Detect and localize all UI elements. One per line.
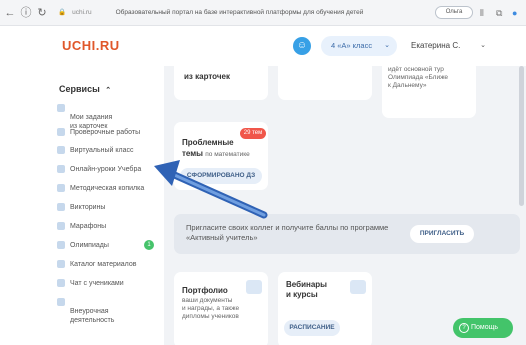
card-olympiad[interactable]: идёт основной тур Олимпиада «Ближе к Дал…: [382, 60, 476, 118]
quiz-icon: [57, 203, 65, 211]
olympiad-badge: 1: [144, 240, 154, 250]
scrollbar[interactable]: [519, 66, 524, 206]
main-content: из карточек идёт основной тур Олимпиада …: [164, 60, 526, 345]
catalog-icon: [57, 260, 65, 268]
card-webinars[interactable]: Вебинары и курсы РАСПИСАНИЕ: [278, 272, 372, 345]
user-menu[interactable]: Екатерина С. ⌄: [403, 36, 493, 56]
topics-badge: 29 тем: [240, 128, 266, 139]
sidebar-item-methods[interactable]: Методическая копилка: [56, 184, 164, 193]
card-title: Проблемные: [182, 138, 234, 147]
user-name: Екатерина С.: [411, 41, 461, 50]
sidebar-item-virtual-class[interactable]: Виртуальный класс: [56, 146, 164, 155]
card-title: из карточек: [184, 72, 230, 81]
card-my-tasks[interactable]: из карточек: [174, 60, 268, 100]
sidebar-title[interactable]: Сервисы ⌃: [59, 84, 111, 94]
lock-icon: 🔒: [58, 9, 67, 16]
account-pill[interactable]: Ольга: [435, 6, 473, 19]
lesson-icon: [57, 165, 65, 173]
sidebar-item-my-tasks[interactable]: Мои задания из карточек: [56, 104, 164, 131]
generated-hw-button[interactable]: СФОРМИРОВАНО ДЗ: [180, 168, 262, 184]
class-icon: [57, 146, 65, 154]
video-icon: [350, 280, 366, 294]
sidebar-item-tests[interactable]: Проверочные работы: [56, 128, 164, 137]
bookmark-icon[interactable]: ⫴: [480, 6, 484, 20]
reload-icon[interactable]: ↻: [36, 5, 48, 21]
sidebar-item-chat[interactable]: Чат с учениками: [56, 279, 164, 288]
invite-button[interactable]: ПРИГЛАСИТЬ: [410, 225, 474, 243]
card-title: Портфолио: [182, 286, 228, 295]
chevron-down-icon: ⌄: [480, 42, 486, 49]
test-icon: [57, 128, 65, 136]
tab-title: Образовательный портал на базе интеракти…: [115, 9, 364, 16]
flag-icon: [57, 222, 65, 230]
card-portfolio[interactable]: Портфолио ваши документы и награды, а та…: [174, 272, 268, 345]
invite-banner: Пригласите своих коллег и получите баллы…: [174, 214, 520, 254]
logo[interactable]: UCHI.RU: [62, 38, 120, 53]
sidebar-item-online-lessons[interactable]: Онлайн-уроки Учебра: [56, 165, 164, 174]
chevron-up-icon: ⌃: [105, 87, 112, 94]
folder-icon: [246, 280, 262, 294]
help-button[interactable]: ? Помощь: [453, 318, 513, 338]
address-bar[interactable]: 🔒 uchi.ru Образовательный портал на базе и…: [58, 4, 363, 22]
sidebar-item-catalog[interactable]: Каталог материалов: [56, 260, 164, 269]
browser-toolbar: ← ⓘ ↻ 🔒 uchi.ru Образовательный портал на …: [0, 0, 526, 26]
avatar[interactable]: ☺: [293, 37, 311, 55]
card-title: Вебинары и курсы: [286, 280, 327, 299]
class-select-label: 4 «А» класс: [331, 41, 373, 50]
activity-icon: [57, 298, 65, 306]
card-blank[interactable]: [278, 60, 372, 100]
chat-icon: [57, 279, 65, 287]
extension-icon[interactable]: ⧉: [496, 6, 502, 20]
url-host: uchi.ru: [72, 9, 92, 16]
olympiad-text: идёт основной тур Олимпиада «Ближе к Дал…: [388, 66, 449, 89]
sidebar-item-olympiads[interactable]: Олимпиады 1: [56, 240, 164, 250]
card-subtitle: ваши документы и награды, а также диплом…: [182, 297, 240, 320]
invite-text: Пригласите своих коллег и получите баллы…: [186, 223, 389, 242]
sidebar-item-marathons[interactable]: Марафоны: [56, 222, 164, 231]
tasks-icon: [57, 104, 65, 112]
back-icon[interactable]: ←: [4, 5, 16, 21]
card-problem-topics[interactable]: 29 тем Проблемные темы по математике СФО…: [174, 122, 268, 190]
sidebar: Сервисы ⌃ Мои задания из карточек Провер…: [56, 80, 164, 345]
info-icon[interactable]: ⓘ: [20, 5, 32, 21]
profile-icon[interactable]: ●: [512, 6, 517, 20]
sidebar-item-extracurricular[interactable]: Внеурочная деятельность: [56, 298, 164, 325]
chevron-down-icon: ⌄: [384, 42, 390, 49]
sidebar-item-quizzes[interactable]: Викторины: [56, 203, 164, 212]
card-title-2: темы по математике: [182, 149, 250, 158]
schedule-button[interactable]: РАСПИСАНИЕ: [284, 320, 340, 336]
class-select[interactable]: 4 «А» класс ⌄: [321, 36, 397, 56]
question-icon: ?: [459, 323, 469, 333]
piggy-bank-icon: [57, 184, 65, 192]
trophy-icon: [57, 241, 65, 249]
